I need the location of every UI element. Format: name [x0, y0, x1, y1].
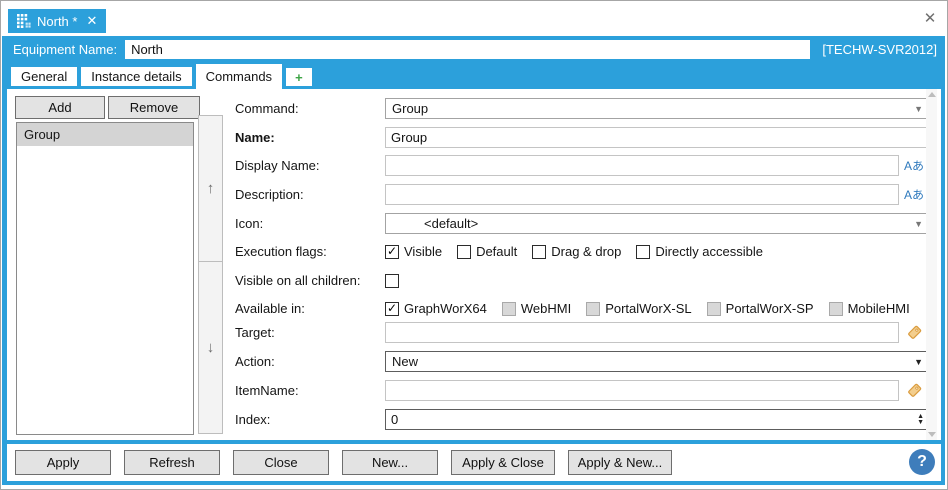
available-portalworx-sl: PortalWorX-SL [586, 301, 691, 316]
tab-instance-details[interactable]: Instance details [81, 67, 191, 86]
flag-drag-drop[interactable]: Drag & drop [532, 244, 621, 259]
flag-default[interactable]: Default [457, 244, 517, 259]
name-input[interactable] [391, 128, 922, 147]
editor-frame: Equipment Name: [TECHW-SVR2012] General … [2, 36, 945, 485]
icon-dropdown[interactable]: <default> ▼ [385, 213, 928, 234]
flag-visible[interactable]: Visible [385, 244, 442, 259]
target-field-box [385, 322, 899, 343]
available-webhmi: WebHMI [502, 301, 571, 316]
checkbox-disabled-icon [707, 302, 721, 316]
chevron-down-icon: ▼ [914, 104, 923, 114]
available-in-label: Available in: [235, 301, 305, 316]
display-name-label: Display Name: [235, 158, 320, 173]
equipment-editor-window: North * ✕ ✕ Equipment Name: [TECHW-SVR20… [0, 0, 948, 490]
tab-close-icon[interactable]: ✕ [86, 13, 97, 29]
equipment-name-input[interactable] [125, 40, 810, 59]
visible-all-children-checkbox[interactable] [385, 274, 404, 288]
command-dropdown[interactable]: Group ▼ [385, 98, 928, 119]
checkbox-disabled-icon [586, 302, 600, 316]
spinner-down-icon[interactable]: ▼ [917, 420, 924, 426]
titlebar: North * ✕ ✕ [1, 1, 947, 36]
checkbox-disabled-icon [502, 302, 516, 316]
tab-general[interactable]: General [11, 67, 77, 86]
chevron-down-icon: ▼ [914, 219, 923, 229]
name-label: Name: [235, 130, 275, 145]
equipment-name-label: Equipment Name: [13, 42, 117, 57]
description-label: Description: [235, 187, 304, 202]
refresh-button[interactable]: Refresh [124, 450, 220, 475]
itemname-input[interactable] [391, 381, 893, 400]
display-name-input[interactable] [391, 156, 893, 175]
footer-bar: Apply Refresh Close New... Apply & Close… [7, 444, 941, 481]
execution-flags-group: Visible Default Drag & drop Directly acc… [385, 244, 778, 259]
new-button[interactable]: New... [342, 450, 438, 475]
form-scrollbar[interactable] [926, 89, 937, 440]
window-close-icon[interactable]: ✕ [920, 8, 940, 28]
chevron-down-icon: ▼ [914, 357, 923, 367]
apply-new-button[interactable]: Apply & New... [568, 450, 672, 475]
commands-tab-content: Add Remove Group ↑ ↓ Command: Group [7, 89, 941, 440]
document-tab-north[interactable]: North * ✕ [8, 9, 106, 33]
available-in-group: GraphWorX64 WebHMI PortalWorX-SL PortalW… [385, 301, 925, 316]
tag-browse-icon[interactable] [903, 323, 925, 342]
visible-all-children-group [385, 274, 419, 288]
spinner-arrows[interactable]: ▲ ▼ [917, 414, 924, 426]
server-name-label: [TECHW-SVR2012] [822, 42, 937, 57]
checkbox-icon[interactable] [532, 245, 546, 259]
tab-strip: General Instance details Commands + [7, 63, 941, 89]
itemname-label: ItemName: [235, 383, 299, 398]
checkbox-icon[interactable] [457, 245, 471, 259]
document-tab-title: North * [37, 14, 77, 29]
display-name-field-box [385, 155, 899, 176]
execution-flags-label: Execution flags: [235, 244, 327, 259]
scroll-up-icon[interactable] [928, 92, 936, 97]
localize-icon[interactable]: Aあ [903, 156, 925, 175]
checkbox-icon[interactable] [385, 274, 399, 288]
available-portalworx-sp: PortalWorX-SP [707, 301, 814, 316]
close-button[interactable]: Close [233, 450, 329, 475]
itemname-field-box [385, 380, 899, 401]
apply-close-button[interactable]: Apply & Close [451, 450, 555, 475]
description-field-box [385, 184, 899, 205]
available-graphworx64[interactable]: GraphWorX64 [385, 301, 487, 316]
action-label: Action: [235, 354, 275, 369]
localize-icon[interactable]: Aあ [903, 185, 925, 204]
name-field-box [385, 127, 928, 148]
equipment-name-row: Equipment Name: [TECHW-SVR2012] [7, 36, 941, 63]
available-mobilehmi: MobileHMI [829, 301, 910, 316]
tag-browse-icon[interactable] [903, 381, 925, 400]
index-spinner: ▲ ▼ [385, 409, 928, 430]
visible-all-children-label: Visible on all children: [235, 273, 361, 288]
checkbox-disabled-icon [829, 302, 843, 316]
tab-add-plus[interactable]: + [286, 68, 312, 86]
target-label: Target: [235, 325, 275, 340]
command-label: Command: [235, 101, 299, 116]
icon-label: Icon: [235, 216, 263, 231]
flag-directly-accessible[interactable]: Directly accessible [636, 244, 763, 259]
checkbox-checked-icon[interactable] [385, 302, 399, 316]
help-icon[interactable]: ? [909, 449, 935, 475]
equipment-icon [17, 14, 31, 28]
target-input[interactable] [391, 323, 893, 342]
checkbox-icon[interactable] [636, 245, 650, 259]
tab-commands[interactable]: Commands [196, 64, 282, 89]
description-input[interactable] [391, 185, 893, 204]
scroll-down-icon[interactable] [928, 432, 936, 437]
index-label: Index: [235, 412, 270, 427]
action-dropdown[interactable]: New ▼ [385, 351, 928, 372]
index-input[interactable] [391, 410, 917, 429]
apply-button[interactable]: Apply [15, 450, 111, 475]
checkbox-checked-icon[interactable] [385, 245, 399, 259]
